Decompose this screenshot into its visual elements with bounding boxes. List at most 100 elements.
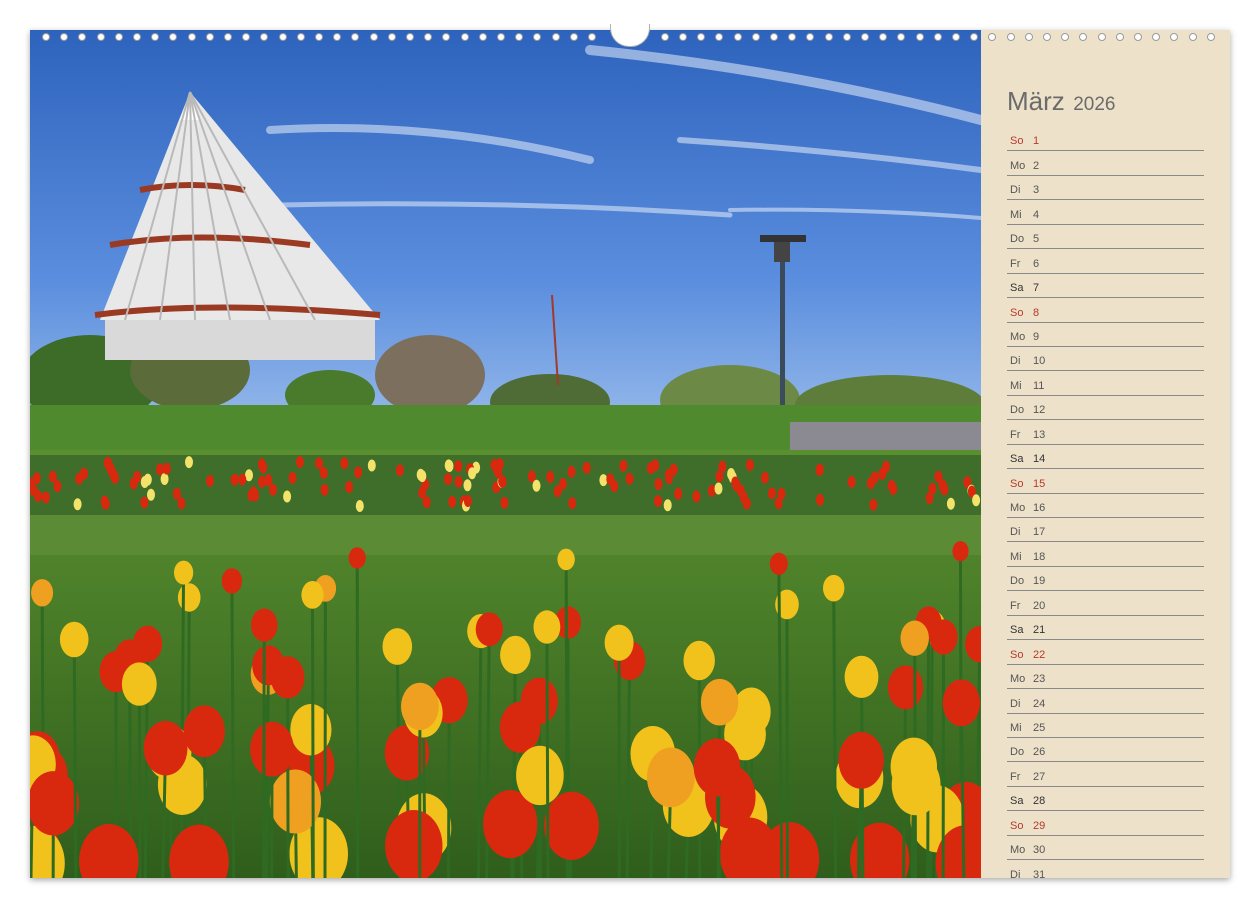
day-number: 22 [1033, 648, 1046, 661]
day-number: 29 [1033, 819, 1046, 832]
day-row: Do 19 [1007, 568, 1204, 592]
tulip-small [870, 471, 879, 484]
day-number: 12 [1033, 404, 1046, 417]
tulip [700, 678, 739, 726]
day-row: Sa 14 [1007, 446, 1204, 470]
day-number: 27 [1033, 770, 1046, 783]
day-number: 24 [1033, 697, 1046, 710]
tulip [348, 547, 366, 569]
tulip-small [444, 459, 453, 472]
day-row: Sa 21 [1007, 617, 1204, 641]
tulip-small [463, 479, 472, 492]
tulip-small [354, 466, 363, 479]
tulip-small [742, 497, 751, 510]
day-number: 30 [1033, 844, 1046, 857]
day-weekday: So [1010, 477, 1024, 490]
tulip [891, 754, 941, 816]
day-row: Fr 13 [1007, 421, 1204, 445]
tulip-small [646, 462, 655, 475]
tulip-small [714, 482, 723, 495]
tulip [59, 621, 89, 658]
tulip-small [269, 483, 277, 496]
day-weekday: Sa [1010, 453, 1024, 466]
tulip-small [315, 457, 324, 470]
tulip-small [527, 470, 536, 483]
day-weekday: Mo [1010, 673, 1026, 686]
tulip [221, 568, 243, 594]
day-number: 11 [1033, 379, 1045, 392]
tulip [952, 541, 969, 562]
day-row: Di 17 [1007, 519, 1204, 543]
day-number: 1 [1033, 135, 1040, 148]
tulip-small [288, 471, 297, 484]
day-number: 15 [1033, 477, 1046, 490]
day-row: Mo 30 [1007, 837, 1204, 861]
day-row: Do 26 [1007, 739, 1204, 763]
day-weekday: Di [1010, 868, 1021, 878]
tulip-small [500, 496, 509, 509]
day-weekday: So [1010, 819, 1024, 832]
tulip-stem [261, 625, 266, 878]
day-weekday: Sa [1010, 795, 1024, 808]
day-row: So 22 [1007, 641, 1204, 665]
tulip [499, 701, 541, 753]
tulip-small [264, 474, 273, 487]
tulip-small [498, 475, 507, 488]
tulip-small [869, 498, 878, 511]
tulip-small [295, 456, 304, 468]
day-number: 19 [1033, 575, 1046, 588]
day-weekday: Di [1010, 526, 1021, 539]
calendar-panel: März 2026 So 1 Mo 2 Di 3 Mi 4 Do 5 Fr 6 Sa 7 So 8 Mo 9 Di 1… [981, 30, 1230, 878]
tulip [942, 679, 980, 727]
day-weekday: Di [1010, 355, 1021, 368]
tulip-small [48, 470, 57, 483]
day-row: Mo 9 [1007, 324, 1204, 347]
day-weekday: Mi [1010, 550, 1022, 563]
tulip-small [418, 470, 427, 483]
tulip-small [172, 487, 181, 500]
tulip [647, 747, 695, 808]
tulip-small [847, 475, 856, 488]
day-row: Mo 16 [1007, 495, 1204, 518]
tulip-stem [286, 677, 290, 878]
tulip [183, 705, 225, 758]
tulip [693, 738, 741, 797]
day-row: So 15 [1007, 470, 1204, 494]
day-number: 25 [1033, 721, 1046, 734]
tulip-small [674, 487, 683, 500]
day-row: Di 3 [1007, 177, 1204, 201]
day-weekday: Fr [1010, 428, 1021, 441]
tulip-small [156, 463, 164, 476]
tulip-small [546, 470, 555, 483]
day-number: 31 [1033, 868, 1046, 878]
day-weekday: Do [1010, 575, 1025, 588]
tulip [143, 720, 188, 776]
tulip-small [160, 473, 169, 485]
tulip-small [454, 460, 463, 473]
day-number: 8 [1033, 306, 1040, 319]
day-row: Mi 25 [1007, 715, 1204, 738]
day-number: 23 [1033, 673, 1046, 686]
day-weekday: Sa [1010, 624, 1024, 637]
month-title: März 2026 [1007, 86, 1116, 117]
tulip-small [111, 471, 119, 484]
tulip-small [319, 466, 328, 479]
tulip-small [41, 491, 50, 504]
tulip [516, 745, 564, 806]
day-number: 7 [1033, 282, 1040, 295]
month-name: März [1007, 86, 1065, 116]
day-weekday: Mo [1010, 502, 1026, 514]
day-weekday: Fr [1010, 257, 1021, 270]
day-row: Di 24 [1007, 690, 1204, 714]
tulip [31, 579, 54, 607]
tulip-small [882, 460, 891, 473]
day-row: Fr 6 [1007, 250, 1204, 274]
day-row: Di 10 [1007, 348, 1204, 372]
tulip-small [625, 472, 634, 485]
day-row: Sa 7 [1007, 275, 1204, 299]
tulip-small [238, 473, 247, 486]
tulip-small [185, 456, 193, 469]
tulip-small [230, 473, 239, 486]
tulip-small [133, 470, 142, 483]
day-weekday: Mo [1010, 844, 1026, 857]
